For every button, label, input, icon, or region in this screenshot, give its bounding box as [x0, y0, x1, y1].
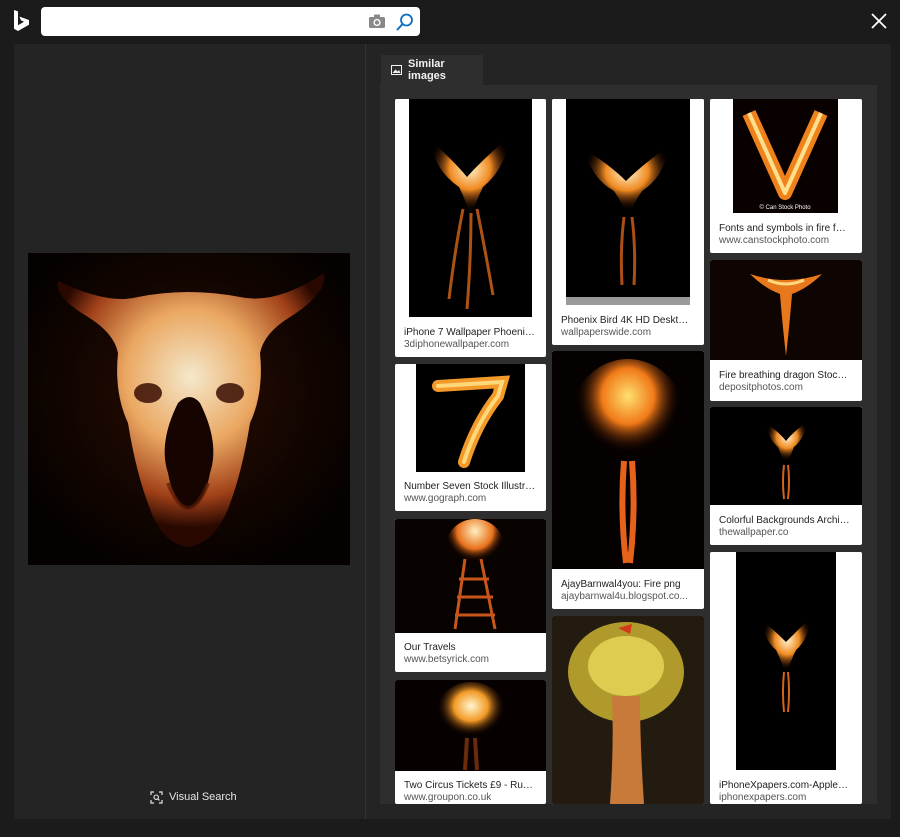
- result-thumbnail: [395, 99, 546, 317]
- visual-search-label: Visual Search: [169, 791, 237, 803]
- search-input[interactable]: [49, 11, 359, 32]
- result-title: iPhone 7 Wallpaper Phoenix | ...: [404, 327, 536, 338]
- result-title: AjayBarnwal4you: Fire png: [561, 579, 681, 590]
- result-title: Fire breathing dragon Stock P...: [719, 370, 851, 381]
- result-card[interactable]: iPhoneXpapers.com-Apple-iPh... iphonexpa…: [710, 552, 862, 804]
- result-domain: 3diphonewallpaper.com: [404, 339, 510, 350]
- result-card[interactable]: AjayBarnwal4you: Fire png ajaybarnwal4u.…: [552, 351, 704, 609]
- result-thumbnail: [552, 351, 704, 569]
- result-watermark: © Can Stock Photo: [759, 204, 811, 211]
- result-domain: ajaybarnwal4u.blogspot.co...: [561, 591, 688, 602]
- result-domain: www.groupon.co.uk: [404, 792, 492, 803]
- result-domain: www.canstockphoto.com: [719, 235, 830, 246]
- result-title: Number Seven Stock Illustrati...: [404, 481, 536, 492]
- result-domain: thewallpaper.co: [719, 527, 789, 538]
- result-title: Fonts and symbols in fire for d...: [719, 223, 851, 234]
- result-card[interactable]: iPhone 7 Wallpaper Phoenix | ... 3diphon…: [395, 99, 546, 357]
- search-icon[interactable]: [395, 12, 415, 32]
- result-card[interactable]: [552, 616, 704, 804]
- result-title: Two Circus Tickets £9 - Russel...: [404, 780, 536, 791]
- image-icon: [391, 65, 402, 75]
- result-thumbnail: [710, 407, 862, 505]
- result-thumbnail: [552, 616, 704, 804]
- close-icon[interactable]: [869, 11, 889, 31]
- query-image[interactable]: [28, 253, 350, 565]
- result-title: Our Travels: [404, 642, 456, 653]
- result-title: Phoenix Bird 4K HD Desktop ...: [561, 315, 693, 326]
- camera-icon[interactable]: [368, 13, 386, 30]
- result-card[interactable]: Two Circus Tickets £9 - Russel... www.gr…: [395, 680, 546, 804]
- result-card[interactable]: Number Seven Stock Illustrati... www.gog…: [395, 364, 546, 511]
- result-card[interactable]: Fire breathing dragon Stock P... deposit…: [710, 260, 862, 401]
- result-thumbnail: © Can Stock Photo: [710, 99, 862, 213]
- tab-similar-images[interactable]: Similar images: [381, 55, 483, 85]
- top-bar: [0, 0, 900, 44]
- result-domain: www.betsyrick.com: [404, 654, 490, 665]
- result-title: iPhoneXpapers.com-Apple-iPh...: [719, 780, 851, 791]
- result-thumbnail: [395, 519, 546, 633]
- bing-logo-icon[interactable]: [13, 10, 31, 32]
- result-thumbnail: [552, 99, 704, 305]
- result-domain: www.gograph.com: [404, 493, 487, 504]
- result-thumbnail: [395, 680, 546, 771]
- tab-label: Similar images: [408, 58, 446, 82]
- visual-search-button[interactable]: Visual Search: [150, 788, 237, 806]
- result-card[interactable]: Phoenix Bird 4K HD Desktop ... wallpaper…: [552, 99, 704, 345]
- result-domain: iphonexpapers.com: [719, 792, 807, 803]
- result-thumbnail: [395, 364, 546, 472]
- result-domain: wallpaperswide.com: [561, 327, 652, 338]
- result-thumbnail: [710, 552, 862, 770]
- similar-images-grid: iPhone 7 Wallpaper Phoenix | ... 3diphon…: [380, 85, 877, 804]
- result-thumbnail: [710, 260, 862, 360]
- panel-divider: [365, 44, 366, 819]
- visual-search-icon: [150, 790, 163, 804]
- result-card[interactable]: Our Travels www.betsyrick.com: [395, 519, 546, 672]
- result-domain: depositphotos.com: [719, 382, 803, 393]
- search-box: [41, 7, 420, 36]
- result-title: Colorful Backgrounds Archive...: [719, 515, 851, 526]
- result-card[interactable]: Colorful Backgrounds Archive... thewallp…: [710, 407, 862, 545]
- result-card[interactable]: © Can Stock Photo Fonts and symbols in f…: [710, 99, 862, 253]
